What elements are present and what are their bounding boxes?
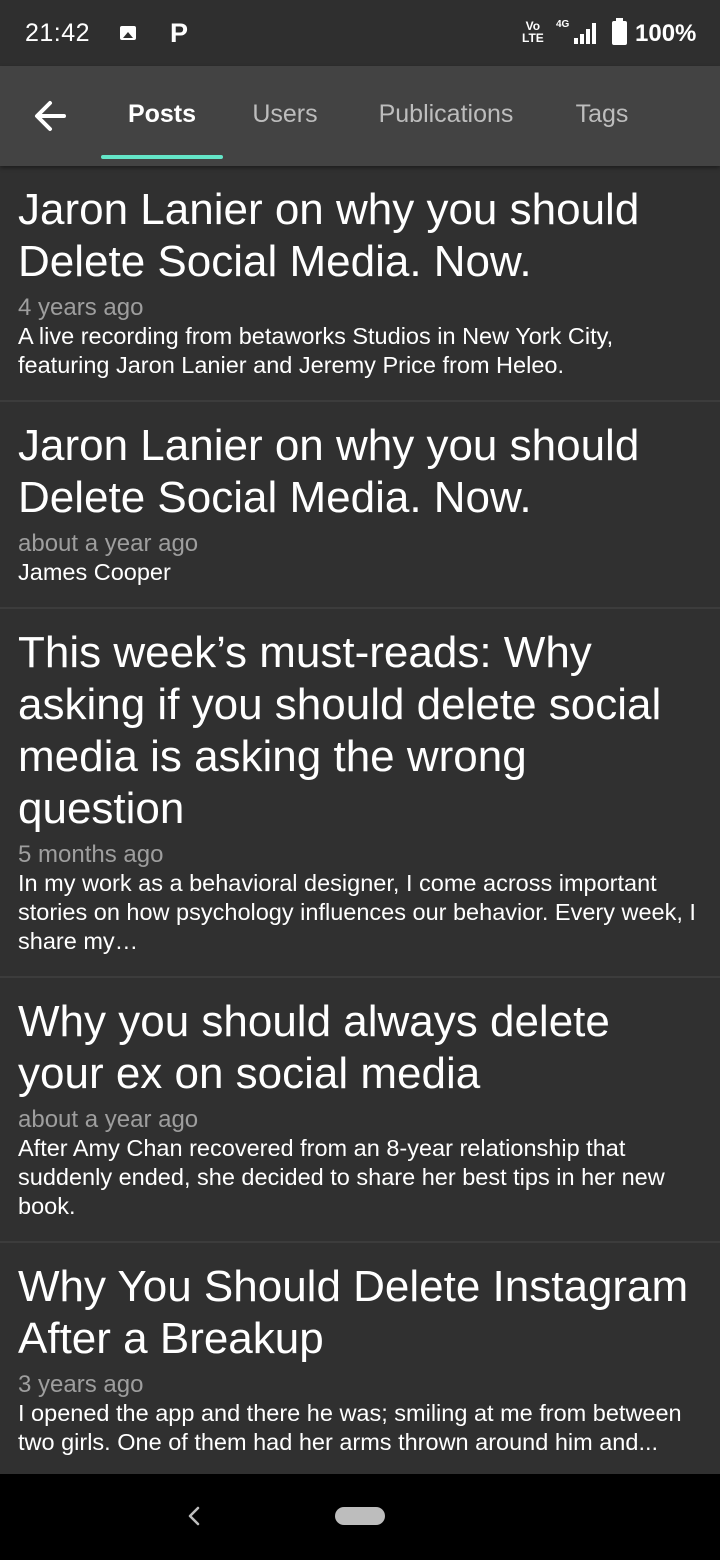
post-list[interactable]: Jaron Lanier on why you should Delete So… [0,166,720,1474]
screen: 21:42 P Vo LTE 4G 100% Posts Users Publi… [0,0,720,1560]
status-bar: 21:42 P Vo LTE 4G 100% [0,0,720,66]
post-timestamp: about a year ago [18,530,199,557]
post-timestamp: 5 months ago [18,841,164,868]
post-title: This week’s must-reads: Why asking if yo… [18,628,662,833]
post-item[interactable]: Jaron Lanier on why you should Delete So… [0,166,720,402]
post-title: Jaron Lanier on why you should Delete So… [18,185,640,286]
status-time: 21:42 [25,19,91,47]
post-description: A live recording from betaworks Studios … [18,323,614,378]
battery-icon [612,18,627,45]
post-timestamp: 3 years ago [18,1371,144,1398]
back-button[interactable] [26,92,74,140]
system-nav-bar [0,1474,720,1560]
tab-indicator [101,155,223,159]
battery-percentage: 100% [635,20,697,47]
post-description: After Amy Chan recovered from an 8-year … [18,1135,665,1219]
post-description: I opened the app and there he was; smili… [18,1400,682,1455]
network-type-label: 4G [556,19,570,30]
volte-label-bottom: LTE [522,31,544,45]
post-item[interactable]: Jaron Lanier on why you should Delete So… [0,402,720,609]
post-title: Jaron Lanier on why you should Delete So… [18,421,640,522]
tab-posts[interactable]: Posts [101,66,223,166]
post-item[interactable]: Why you should always delete your ex on … [0,978,720,1243]
post-item[interactable]: Why You Should Delete Instagram After a … [0,1243,720,1474]
signal-icon [574,23,596,44]
image-notification-icon [120,26,136,40]
tab-users[interactable]: Users [238,66,332,166]
tab-tags[interactable]: Tags [562,66,642,166]
post-timestamp: about a year ago [18,1106,199,1133]
app-bar: Posts Users Publications Tags [0,66,720,166]
volte-icon: Vo LTE [522,20,544,44]
tab-publications[interactable]: Publications [362,66,530,166]
post-title: Why You Should Delete Instagram After a … [18,1262,689,1363]
arrow-left-icon [35,101,66,131]
parking-notification-icon: P [170,18,189,48]
post-item[interactable]: This week’s must-reads: Why asking if yo… [0,609,720,978]
home-pill-button[interactable] [335,1507,385,1525]
post-description: In my work as a behavioral designer, I c… [18,870,696,954]
post-description: James Cooper [18,559,171,585]
post-title: Why you should always delete your ex on … [18,997,610,1098]
nav-back-icon[interactable] [178,1500,210,1532]
post-timestamp: 4 years ago [18,294,144,321]
